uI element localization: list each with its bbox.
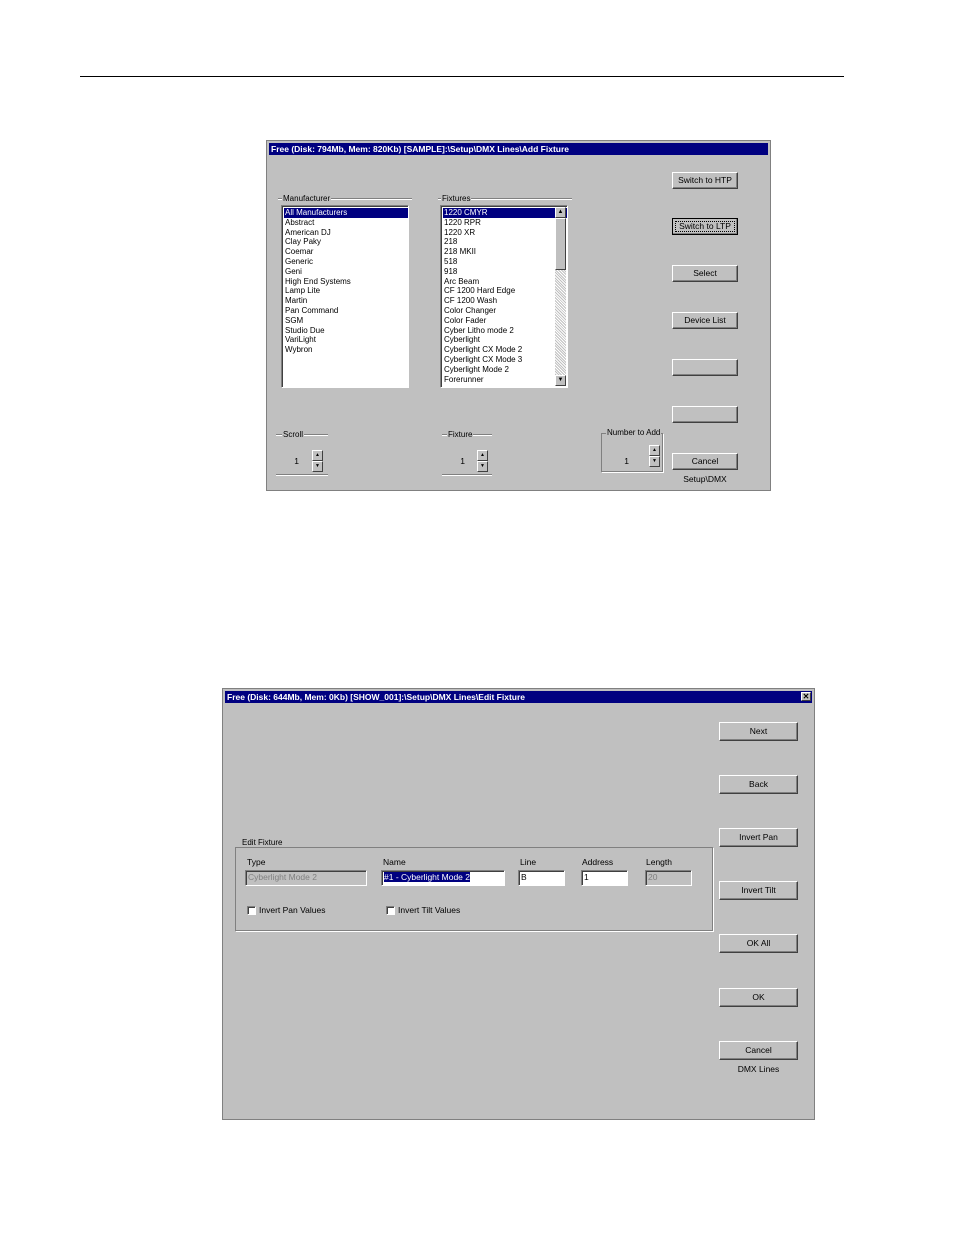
list-item[interactable]: Color Fader <box>443 316 567 326</box>
list-item[interactable]: VariLight <box>284 335 408 345</box>
manufacturer-label: Manufacturer <box>282 194 332 203</box>
list-item[interactable]: Generic <box>284 257 408 267</box>
switch-to-ltp-button[interactable]: Switch to LTP <box>672 218 738 235</box>
list-item[interactable]: 218 <box>443 237 567 247</box>
blank-button-1[interactable] <box>672 359 738 376</box>
fixture-spin-label: Fixture <box>447 430 474 439</box>
scroll-value: 1 <box>294 456 299 466</box>
list-item[interactable]: Forerunner <box>443 375 567 385</box>
page-header-rule <box>80 76 844 77</box>
list-item[interactable]: Color Changer <box>443 306 567 316</box>
list-item[interactable]: Geni <box>284 267 408 277</box>
line-field[interactable]: B <box>518 870 565 886</box>
back-button[interactable]: Back <box>719 775 798 794</box>
invert-tilt-button[interactable]: Invert Tilt <box>719 881 798 900</box>
list-item[interactable]: Cyberlight CX Mode 3 <box>443 355 567 365</box>
scroll-up-icon[interactable]: ▲ <box>555 207 566 218</box>
length-field: 20 <box>645 870 692 886</box>
list-item[interactable]: 1220 XR <box>443 228 567 238</box>
blank-button-2[interactable] <box>672 406 738 423</box>
scroll-thumb[interactable] <box>555 218 566 270</box>
cancel-button[interactable]: Cancel <box>719 1041 798 1060</box>
spin-up-icon[interactable]: ▲ <box>477 450 488 461</box>
window-title: Free (Disk: 644Mb, Mem: 0Kb) [SHOW_001]:… <box>225 691 812 703</box>
list-item[interactable]: High End Systems <box>284 277 408 287</box>
list-item[interactable]: CF 1200 Hard Edge <box>443 286 567 296</box>
name-field[interactable]: #1 - Cyberlight Mode 2 <box>381 870 505 886</box>
length-label: Length <box>646 857 672 867</box>
number-to-add-value: 1 <box>624 456 629 466</box>
list-item[interactable]: Studio Due <box>284 326 408 336</box>
invert-pan-values-label: Invert Pan Values <box>259 905 326 915</box>
scroll-group-bottom <box>276 474 328 476</box>
list-item[interactable]: American DJ <box>284 228 408 238</box>
fixture-spinner[interactable]: ▲ ▼ <box>477 450 488 472</box>
invert-pan-values-checkbox[interactable] <box>247 906 256 915</box>
ok-button[interactable]: OK <box>719 988 798 1007</box>
ok-all-button[interactable]: OK All <box>719 934 798 953</box>
spin-up-icon[interactable]: ▲ <box>649 445 660 456</box>
invert-pan-button[interactable]: Invert Pan <box>719 828 798 847</box>
list-item[interactable]: Cyberlight Mode 2 <box>443 365 567 375</box>
switch-to-htp-button[interactable]: Switch to HTP <box>672 172 738 189</box>
name-label: Name <box>383 857 406 867</box>
list-item[interactable]: SGM <box>284 316 408 326</box>
list-item[interactable]: 518 <box>443 257 567 267</box>
address-label: Address <box>582 857 614 867</box>
list-item[interactable]: Clay Paky <box>284 237 408 247</box>
list-item[interactable]: 218 MKII <box>443 247 567 257</box>
manufacturer-list[interactable]: All Manufacturers Abstract American DJ Clay… <box>281 205 409 388</box>
cancel-button[interactable]: Cancel <box>672 453 738 470</box>
list-item[interactable]: CF 1200 Wash <box>443 296 567 306</box>
list-item[interactable]: Coemar <box>284 247 408 257</box>
fixtures-scrollbar[interactable]: ▲ ▼ <box>555 207 566 386</box>
spin-down-icon[interactable]: ▼ <box>312 461 323 472</box>
fixtures-label: Fixtures <box>441 194 472 203</box>
list-item[interactable]: Pan Command <box>284 306 408 316</box>
name-field-selected-text: #1 - Cyberlight Mode 2 <box>384 872 470 882</box>
list-item[interactable]: Cyber Litho mode 2 <box>443 326 567 336</box>
add-fixture-window: Free (Disk: 794Mb, Mem: 820Kb) [SAMPLE]:… <box>266 140 771 491</box>
list-item[interactable]: All Manufacturers <box>284 208 408 218</box>
scroll-down-icon[interactable]: ▼ <box>555 375 566 386</box>
invert-tilt-values-checkbox[interactable] <box>386 906 395 915</box>
type-field: Cyberlight Mode 2 <box>245 870 367 886</box>
list-item[interactable]: Arc Beam <box>443 277 567 287</box>
spin-down-icon[interactable]: ▼ <box>477 461 488 472</box>
list-item[interactable]: 918 <box>443 267 567 277</box>
device-list-button[interactable]: Device List <box>672 312 738 329</box>
close-icon[interactable]: ✕ <box>801 692 811 701</box>
line-label: Line <box>520 857 537 867</box>
edit-fixture-group <box>235 847 713 931</box>
edit-fixture-window: Free (Disk: 644Mb, Mem: 0Kb) [SHOW_001]:… <box>222 688 815 1120</box>
list-item[interactable]: Cyberlight CX Mode 2 <box>443 345 567 355</box>
type-label: Type <box>247 857 266 867</box>
scroll-label: Scroll <box>282 430 305 439</box>
spin-down-icon[interactable]: ▼ <box>649 456 660 467</box>
next-button[interactable]: Next <box>719 722 798 741</box>
fixture-group-bottom <box>442 474 492 476</box>
window-footer: Setup\DMX <box>683 474 727 484</box>
invert-tilt-values-label: Invert Tilt Values <box>398 905 461 915</box>
scroll-spinner[interactable]: ▲ ▼ <box>312 450 323 472</box>
window-title: Free (Disk: 794Mb, Mem: 820Kb) [SAMPLE]:… <box>269 143 768 155</box>
number-to-add-label: Number to Add <box>606 428 662 437</box>
number-to-add-spinner[interactable]: ▲ ▼ <box>649 445 660 467</box>
window-title-text: Free (Disk: 644Mb, Mem: 0Kb) [SHOW_001]:… <box>227 692 526 702</box>
list-item[interactable]: Wybron <box>284 345 408 355</box>
list-item[interactable]: Cyberlight <box>443 335 567 345</box>
list-item[interactable]: Martin <box>284 296 408 306</box>
edit-fixture-group-label: Edit Fixture <box>241 838 284 847</box>
list-item[interactable]: 1220 CMYR <box>443 208 567 218</box>
address-field[interactable]: 1 <box>581 870 628 886</box>
list-item[interactable]: Abstract <box>284 218 408 228</box>
select-button[interactable]: Select <box>672 265 738 282</box>
list-item[interactable]: Lamp Lite <box>284 286 408 296</box>
fixtures-list[interactable]: 1220 CMYR 1220 RPR 1220 XR 218 218 MKII 518 91… <box>440 205 568 388</box>
spin-up-icon[interactable]: ▲ <box>312 450 323 461</box>
fixture-value: 1 <box>460 456 465 466</box>
window-footer: DMX Lines <box>737 1064 780 1074</box>
list-item[interactable]: 1220 RPR <box>443 218 567 228</box>
